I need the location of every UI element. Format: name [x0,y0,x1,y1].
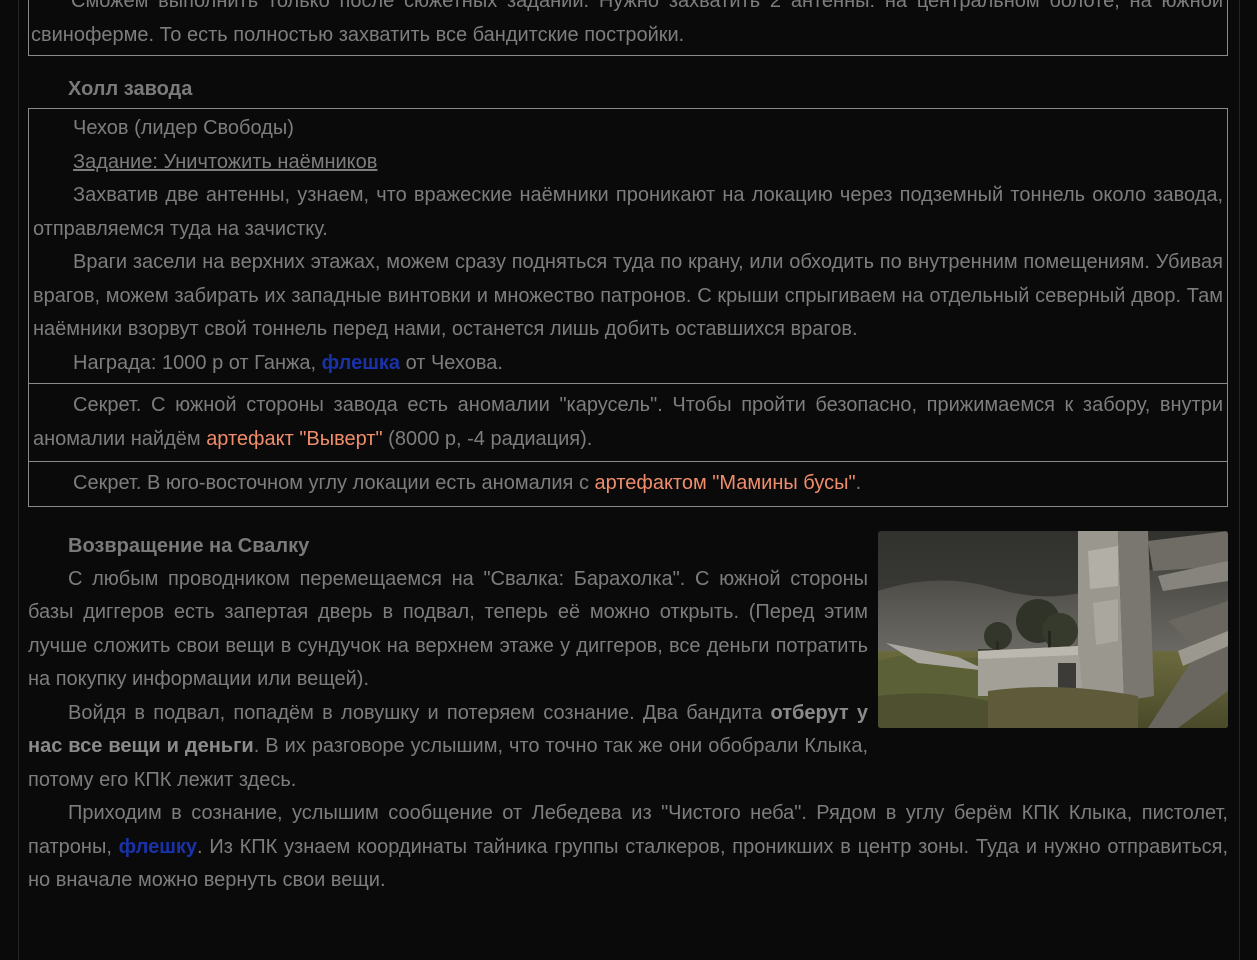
artifact-link-mamins-beads[interactable]: артефактом "Мамины бусы" [595,472,856,494]
quest-title: Задание: Уничтожить наёмников [73,150,378,173]
requirement-text: Сможем выполнить только после сюжетных з… [31,0,1223,46]
flash-drive-link-2[interactable]: флешку [119,836,197,858]
reward-line: Награда: 1000 р от Ганжа, флешка от Чехо… [73,351,503,374]
screenshot-image [878,530,1228,728]
factory-quest-box: Чехов (лидер Свободы) Задание: Уничтожит… [28,108,1228,507]
factory-paragraph-1: Захватив две антенны, узнаем, что вражес… [33,184,1223,240]
flash-drive-link[interactable]: флешка [322,352,400,374]
article-content: Сможем выполнить только после сюжетных з… [28,0,1228,898]
factory-paragraph-2: Враги засели на верхних этажах, можем ср… [33,251,1223,340]
section-heading-factory: Холл завода [68,78,193,100]
npc-name: Чехов (лидер Свободы) [73,117,294,139]
secret-2: Секрет. В юго-восточном углу локации ест… [73,472,862,494]
dump-paragraph-3: Приходим в сознание, услышим сообщение о… [28,802,1229,891]
artifact-link-vyvert[interactable]: артефакт "Выверт" [206,428,382,450]
requirement-box: Сможем выполнить только после сюжетных з… [28,0,1228,56]
secret-1: Секрет. С южной стороны завода есть аном… [33,394,1223,450]
